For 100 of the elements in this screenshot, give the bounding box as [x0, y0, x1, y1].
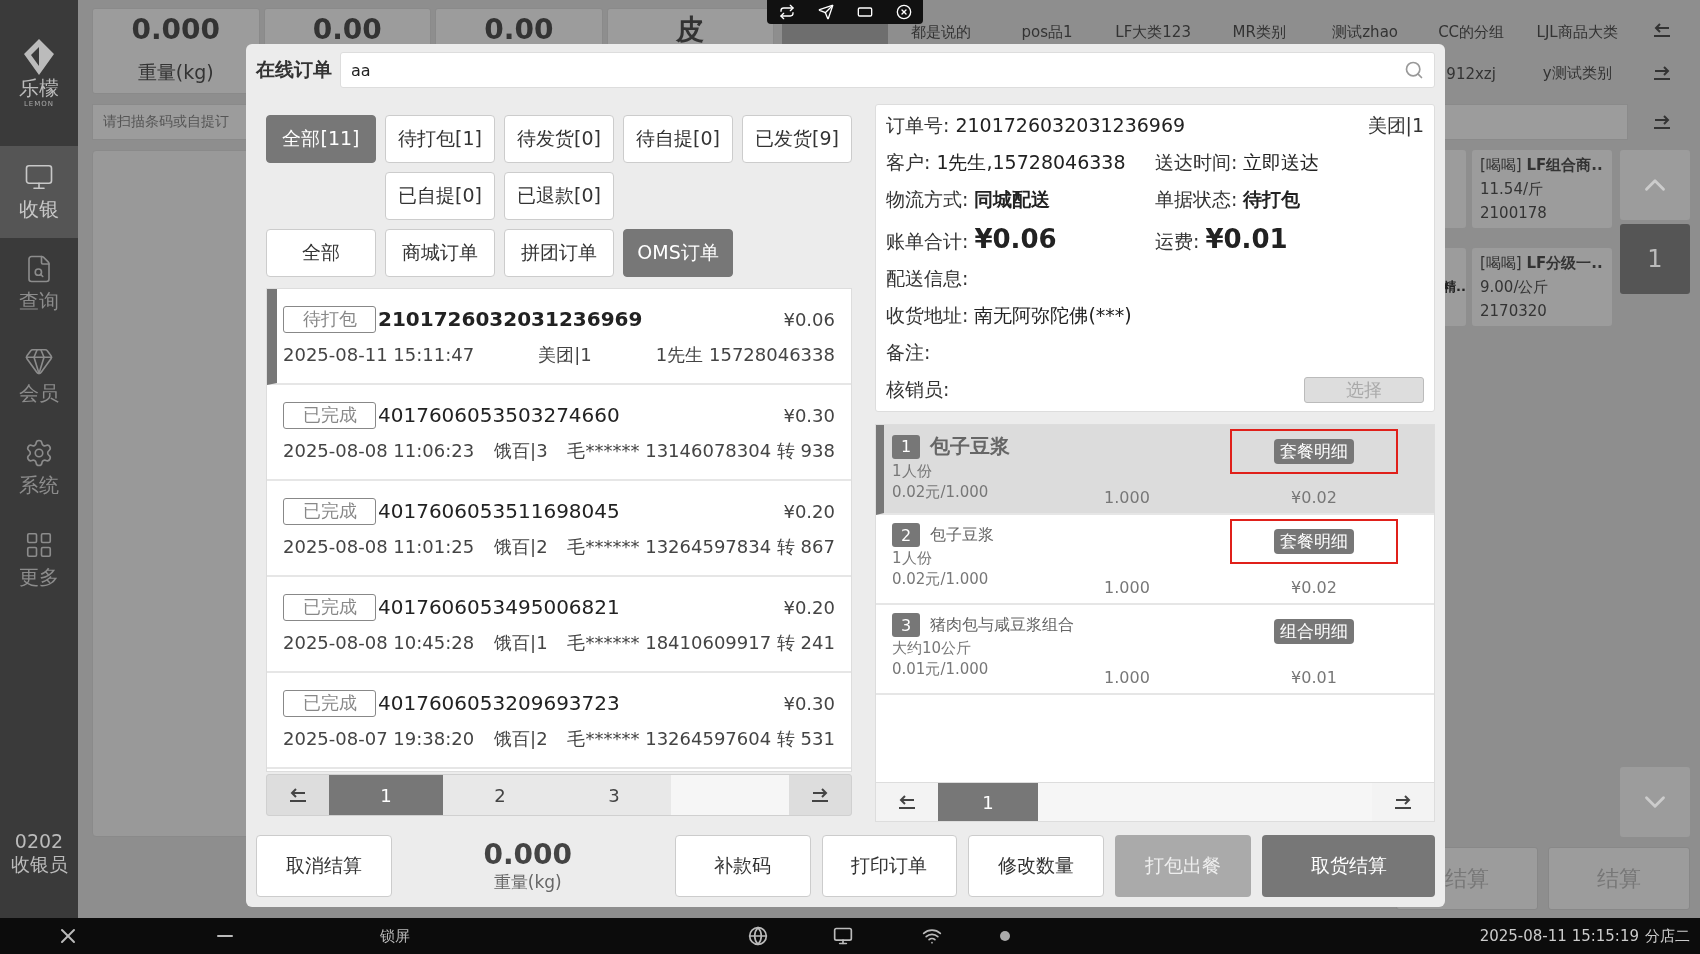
order-row[interactable]: 已完成 4017606053511698045 ¥0.20 2025-08-08 11:01:25 饿百|2 毛****** 13264597834 转 867 [267, 481, 851, 577]
nav-item[interactable]: 更多 [0, 514, 78, 606]
status-tab[interactable]: 待自提[0] [623, 115, 733, 163]
nav-item[interactable]: 查询 [0, 238, 78, 330]
category-tab[interactable]: LJL商品大类 [1524, 12, 1631, 53]
status-tab[interactable]: 全部[11] [266, 115, 376, 163]
detail-button[interactable]: 套餐明细 [1274, 529, 1354, 554]
page-button[interactable]: 2 [443, 775, 557, 815]
order-source: 美团|1 [1367, 113, 1424, 139]
lock-screen-button[interactable]: 锁屏 [380, 926, 410, 946]
product-price: 11.54/斤 [1480, 180, 1544, 199]
close-icon[interactable] [895, 4, 912, 20]
order-time: 2025-08-11 15:11:47 [283, 344, 475, 365]
arrow-right-icon[interactable] [1392, 793, 1414, 811]
item-quantity: 1.000 [1104, 488, 1151, 507]
status-tab[interactable]: 已自提[0] [385, 172, 495, 220]
category-tab[interactable]: y测试类别 [1524, 53, 1631, 94]
order-time: 2025-08-08 10:45:28 [283, 632, 475, 653]
category-tab[interactable]: CC的分组 [1418, 12, 1525, 53]
status-dot-icon [1000, 931, 1010, 941]
order-customer: 1先生 15728046338 [655, 342, 835, 367]
source-tab[interactable]: 拼团订单 [504, 229, 614, 277]
weight-value: 0.000 [483, 838, 573, 871]
status-tab[interactable]: 待打包[1] [385, 115, 495, 163]
item-row[interactable]: 1 包子豆浆 1人份 0.02元/1.000 1.000 套餐明细 ¥0.02 [876, 425, 1434, 515]
action-button[interactable]: 打印订单 [821, 835, 958, 897]
item-quantity: 1.000 [1104, 668, 1151, 687]
detail-button[interactable]: 套餐明细 [1274, 439, 1354, 464]
page-button[interactable]: 3 [557, 775, 671, 815]
status-tag: 待打包 [283, 305, 376, 333]
product-card[interactable]: [喝喝] LF组合商.. 11.54/斤 2100178 [1472, 150, 1612, 228]
order-source: 饿百|1 [494, 630, 548, 655]
order-amount: ¥0.30 [783, 692, 835, 714]
product-name: [喝喝] LF组合商.. [1480, 156, 1604, 175]
field-label: 收货地址: [886, 303, 969, 328]
arrow-right-icon[interactable] [1651, 113, 1673, 131]
arrow-right-icon[interactable] [809, 786, 831, 804]
stat-label: 重量(kg) [137, 60, 214, 85]
logo-text: 乐檬 [19, 78, 59, 98]
action-button[interactable]: 补款码 [674, 835, 811, 897]
action-button[interactable]: 修改数量 [968, 835, 1105, 897]
settings-icon [24, 437, 54, 468]
search-icon[interactable] [1404, 60, 1424, 80]
order-row[interactable]: 已完成 4017606053503274660 ¥0.30 2025-08-08 11:06:23 饿百|3 毛****** 13146078304 转 938 [267, 385, 851, 481]
order-customer: 毛****** 13264597834 转 867 [567, 534, 835, 559]
field-label: 运费: [1155, 229, 1200, 254]
item-spec: 1人份 [892, 462, 933, 481]
order-time: 2025-08-08 11:06:23 [283, 440, 475, 461]
item-spec: 大约10公斤 [892, 639, 973, 658]
order-customer: 毛****** 13146078304 转 938 [567, 438, 835, 463]
item-amount: ¥0.02 [1291, 578, 1337, 597]
item-quantity: 1.000 [1104, 578, 1151, 597]
order-source: 饿百|3 [494, 438, 548, 463]
action-button[interactable]: 取货结算 [1262, 835, 1435, 897]
send-icon[interactable] [817, 4, 834, 20]
source-tab[interactable]: OMS订单 [623, 229, 733, 277]
item-unit-price: 0.02元/1.000 [892, 570, 990, 589]
source-tab[interactable]: 商城订单 [385, 229, 495, 277]
status-tab[interactable]: 待发货[0] [504, 115, 614, 163]
item-name: 包子豆浆 [930, 524, 994, 546]
swap-icon[interactable] [778, 4, 795, 20]
status-tab[interactable]: 已退款[0] [504, 172, 614, 220]
order-number: 4017606053495006821 [378, 595, 620, 619]
store-name: 分店二 [1645, 926, 1690, 946]
order-time: 2025-08-07 19:38:20 [283, 728, 475, 749]
window-icon[interactable] [856, 4, 873, 20]
monitor-icon[interactable] [833, 926, 853, 946]
nav-item[interactable]: 会员 [0, 330, 78, 422]
field-label: 配送信息: [886, 266, 969, 291]
cancel-button[interactable]: 取消结算 [256, 835, 392, 897]
item-amount: ¥0.02 [1291, 488, 1337, 507]
order-number: 4017606053511698045 [378, 499, 620, 523]
status-tag: 已完成 [283, 497, 376, 525]
page-button[interactable]: 1 [938, 783, 1038, 821]
order-amount: ¥0.20 [783, 596, 835, 618]
wifi-icon[interactable] [922, 926, 942, 946]
arrow-left-icon[interactable] [896, 793, 918, 811]
globe-icon[interactable] [747, 926, 768, 946]
arrow-left-icon[interactable] [287, 786, 309, 804]
stat-value: 皮 [676, 16, 705, 44]
logo-icon [22, 38, 56, 76]
status-tab[interactable]: 已发货[9] [742, 115, 852, 163]
product-price: 9.00/公斤 [1480, 278, 1550, 297]
detail-button[interactable]: 组合明细 [1274, 619, 1354, 644]
order-row[interactable]: 已完成 4017606053495006821 ¥0.20 2025-08-08 10:45:28 饿百|1 毛****** 18410609917 转 241 [267, 577, 851, 673]
source-tab[interactable]: 全部 [266, 229, 376, 277]
item-name: 猪肉包与咸豆浆组合 [930, 614, 1074, 636]
order-row[interactable]: 已完成 4017606053209693723 ¥0.30 2025-08-07 19:38:20 饿百|2 毛****** 13264597604 转 531 [267, 673, 851, 769]
nav-item[interactable]: 收银 [0, 146, 78, 238]
nav-item[interactable]: 系统 [0, 422, 78, 514]
page-button[interactable]: 1 [329, 775, 443, 815]
product-card[interactable]: [喝喝] LF分级一.. 9.00/公斤 2170320 [1472, 248, 1612, 326]
field-label: 核销员: [886, 377, 950, 402]
order-row[interactable]: 待打包 2101726032031236969 ¥0.06 2025-08-11 15:11:47 美团|1 1先生 15728046338 [267, 289, 851, 385]
order-source: 饿百|2 [494, 726, 548, 751]
product-code: 2100178 [1480, 204, 1548, 222]
stat-value: 0.000 [131, 16, 221, 44]
order-number: 4017606053503274660 [378, 403, 620, 427]
search-field[interactable]: aa [340, 52, 1435, 88]
field-label: 物流方式: [886, 187, 969, 212]
